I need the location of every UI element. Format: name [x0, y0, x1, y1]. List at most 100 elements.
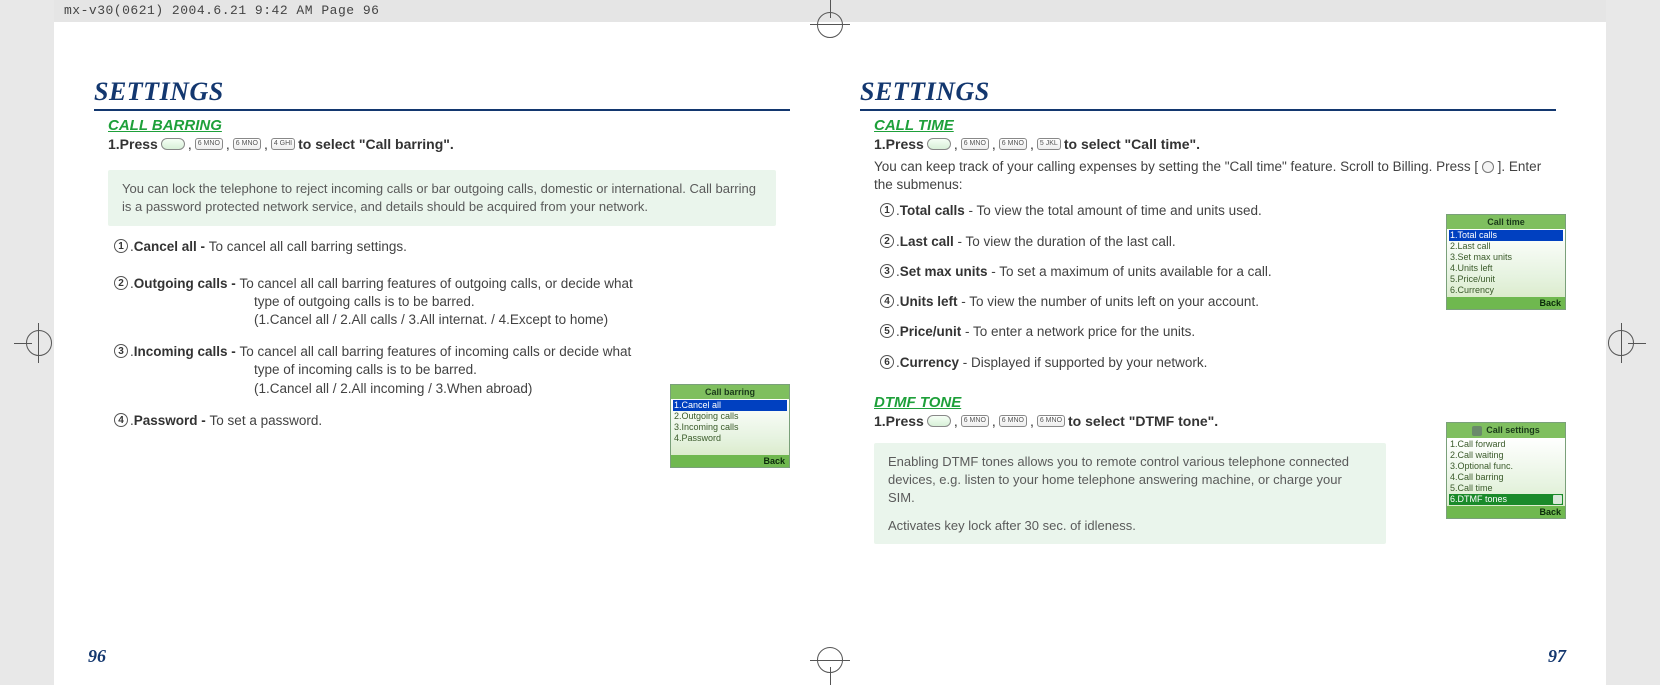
- page-left: SETTINGS CALL BARRING 1.Press , 6 MNO, 6…: [54, 22, 830, 685]
- subheading-call-barring: CALL BARRING: [108, 117, 790, 134]
- item-desc: - To view the number of units left on yo…: [958, 294, 1259, 309]
- item-label: Units left: [900, 294, 958, 309]
- list-item: 1.Total calls - To view the total amount…: [880, 202, 1542, 220]
- item-desc: - To view the total amount of time and u…: [965, 203, 1262, 218]
- key-icon: [927, 415, 951, 427]
- page-right: SETTINGS CALL TIME 1.Press , 6 MNO, 6 MN…: [830, 22, 1606, 685]
- screen-row: 2.Call waiting: [1449, 450, 1563, 461]
- circled-number-icon: 2: [114, 276, 128, 290]
- document-sheet: mx-v30(0621) 2004.6.21 9:42 AM Page 96 S…: [54, 0, 1606, 685]
- circled-number-icon: 2: [880, 234, 894, 248]
- crop-mark-left-icon: [14, 323, 54, 363]
- press-instruction: 1.Press , 6 MNO, 6 MNO, 4 GHI to select …: [108, 136, 790, 152]
- circled-number-icon: 3: [114, 344, 128, 358]
- item-subline: type of incoming calls is to be barred.: [254, 361, 776, 379]
- screen-row: 1.Cancel all: [673, 400, 787, 411]
- list-item: 5.Price/unit - To enter a network price …: [880, 323, 1542, 341]
- key-icon: 6 MNO: [195, 138, 223, 150]
- press-instruction: 1.Press , 6 MNO, 6 MNO, 5 JKL to select …: [874, 136, 1556, 152]
- item-label: Cancel all -: [134, 239, 209, 254]
- screen-softkey-back: Back: [1447, 506, 1565, 518]
- item-label: Password -: [134, 413, 210, 428]
- screen-softkey-back: Back: [1447, 297, 1565, 309]
- press-suffix: to select "Call barring".: [298, 136, 454, 152]
- screen-row: 6.Currency: [1449, 285, 1563, 296]
- item-subline: type of outgoing calls is to be barred.: [254, 293, 776, 311]
- item-label: Set max units: [900, 264, 988, 279]
- ok-button-icon: [1482, 161, 1494, 173]
- item-label: Total calls: [900, 203, 965, 218]
- key-icon: 5 JKL: [1037, 138, 1061, 150]
- press-suffix: to select "Call time".: [1064, 136, 1200, 152]
- screen-row: 5.Call time: [1449, 483, 1563, 494]
- list-item: 2.Outgoing calls - To cancel all call ba…: [114, 275, 776, 330]
- phone-screen-call-time: Call time 1.Total calls 2.Last call 3.Se…: [1446, 214, 1566, 310]
- press-label: 1.Press: [108, 136, 158, 152]
- list-item: 2.Last call - To view the duration of th…: [880, 233, 1542, 251]
- key-icon: 6 MNO: [999, 138, 1027, 150]
- list-item: 4.Units left - To view the number of uni…: [880, 293, 1542, 311]
- note-line: Enabling DTMF tones allows you to remote…: [888, 453, 1372, 508]
- info-note: You can lock the telephone to reject inc…: [108, 170, 776, 226]
- key-icon: 6 MNO: [1037, 415, 1065, 427]
- item-desc: To set a password.: [210, 413, 323, 428]
- list-item: 6.Currency - Displayed if supported by y…: [880, 354, 1542, 372]
- item-desc: - To enter a network price for the units…: [961, 324, 1195, 339]
- screen-row: 3.Set max units: [1449, 252, 1563, 263]
- circled-number-icon: 3: [880, 264, 894, 278]
- item-desc: - To view the duration of the last call.: [954, 234, 1176, 249]
- screen-row: 1.Total calls: [1449, 230, 1563, 241]
- circled-number-icon: 1: [880, 203, 894, 217]
- note-line: Activates key lock after 30 sec. of idle…: [888, 517, 1372, 535]
- press-suffix: to select "DTMF tone".: [1068, 413, 1218, 429]
- screen-row: 2.Outgoing calls: [673, 411, 787, 422]
- screen-title: Call barring: [671, 385, 789, 399]
- screen-row: 6.DTMF tones: [1449, 494, 1563, 505]
- item-label: Incoming calls -: [134, 344, 240, 359]
- page-title: SETTINGS: [94, 77, 790, 111]
- key-icon: 6 MNO: [999, 415, 1027, 427]
- key-icon: 6 MNO: [961, 138, 989, 150]
- subheading-dtmf-tone: DTMF TONE: [874, 394, 1556, 411]
- item-label: Currency: [900, 355, 959, 370]
- item-desc: To cancel all call barring features of i…: [240, 344, 632, 359]
- intro-part1: You can keep track of your calling expen…: [874, 159, 1478, 174]
- screen-title: Call settings: [1447, 423, 1565, 438]
- screen-softkey-back: Back: [671, 455, 789, 467]
- phone-screen-call-barring: Call barring 1.Cancel all 2.Outgoing cal…: [670, 384, 790, 468]
- item-desc: To cancel all call barring settings.: [209, 239, 407, 254]
- item-label: Outgoing calls -: [134, 276, 240, 291]
- intro-text: You can keep track of your calling expen…: [874, 158, 1542, 194]
- screen-row: 4.Password: [673, 433, 787, 444]
- page-number: 96: [88, 646, 106, 667]
- item-label: Price/unit: [900, 324, 962, 339]
- subheading-call-time: CALL TIME: [874, 117, 1556, 134]
- circled-number-icon: 6: [880, 355, 894, 369]
- screen-title: Call time: [1447, 215, 1565, 229]
- key-icon: 6 MNO: [233, 138, 261, 150]
- screen-row: 5.Price/unit: [1449, 274, 1563, 285]
- page-title: SETTINGS: [860, 77, 1556, 111]
- item-desc: To cancel all call barring features of o…: [240, 276, 633, 291]
- item-subline: (1.Cancel all / 2.All calls / 3.All inte…: [254, 311, 776, 329]
- key-icon: 4 GHI: [271, 138, 295, 150]
- screen-row: 4.Call barring: [1449, 472, 1563, 483]
- press-label: 1.Press: [874, 413, 924, 429]
- phone-screen-call-settings: Call settings 1.Call forward 2.Call wait…: [1446, 422, 1566, 519]
- circled-number-icon: 4: [114, 413, 128, 427]
- item-desc: - To set a maximum of units available fo…: [988, 264, 1272, 279]
- page-number: 97: [1548, 646, 1566, 667]
- key-icon: [161, 138, 185, 150]
- circled-number-icon: 4: [880, 294, 894, 308]
- screen-row: 2.Last call: [1449, 241, 1563, 252]
- crop-mark-right-icon: [1606, 323, 1646, 363]
- screen-row: 1.Call forward: [1449, 439, 1563, 450]
- circled-number-icon: 5: [880, 324, 894, 338]
- screen-row: 3.Optional func.: [1449, 461, 1563, 472]
- screen-row: 3.Incoming calls: [673, 422, 787, 433]
- key-icon: [927, 138, 951, 150]
- circled-number-icon: 1: [114, 239, 128, 253]
- list-item: 3.Set max units - To set a maximum of un…: [880, 263, 1542, 281]
- press-label: 1.Press: [874, 136, 924, 152]
- item-label: Last call: [900, 234, 954, 249]
